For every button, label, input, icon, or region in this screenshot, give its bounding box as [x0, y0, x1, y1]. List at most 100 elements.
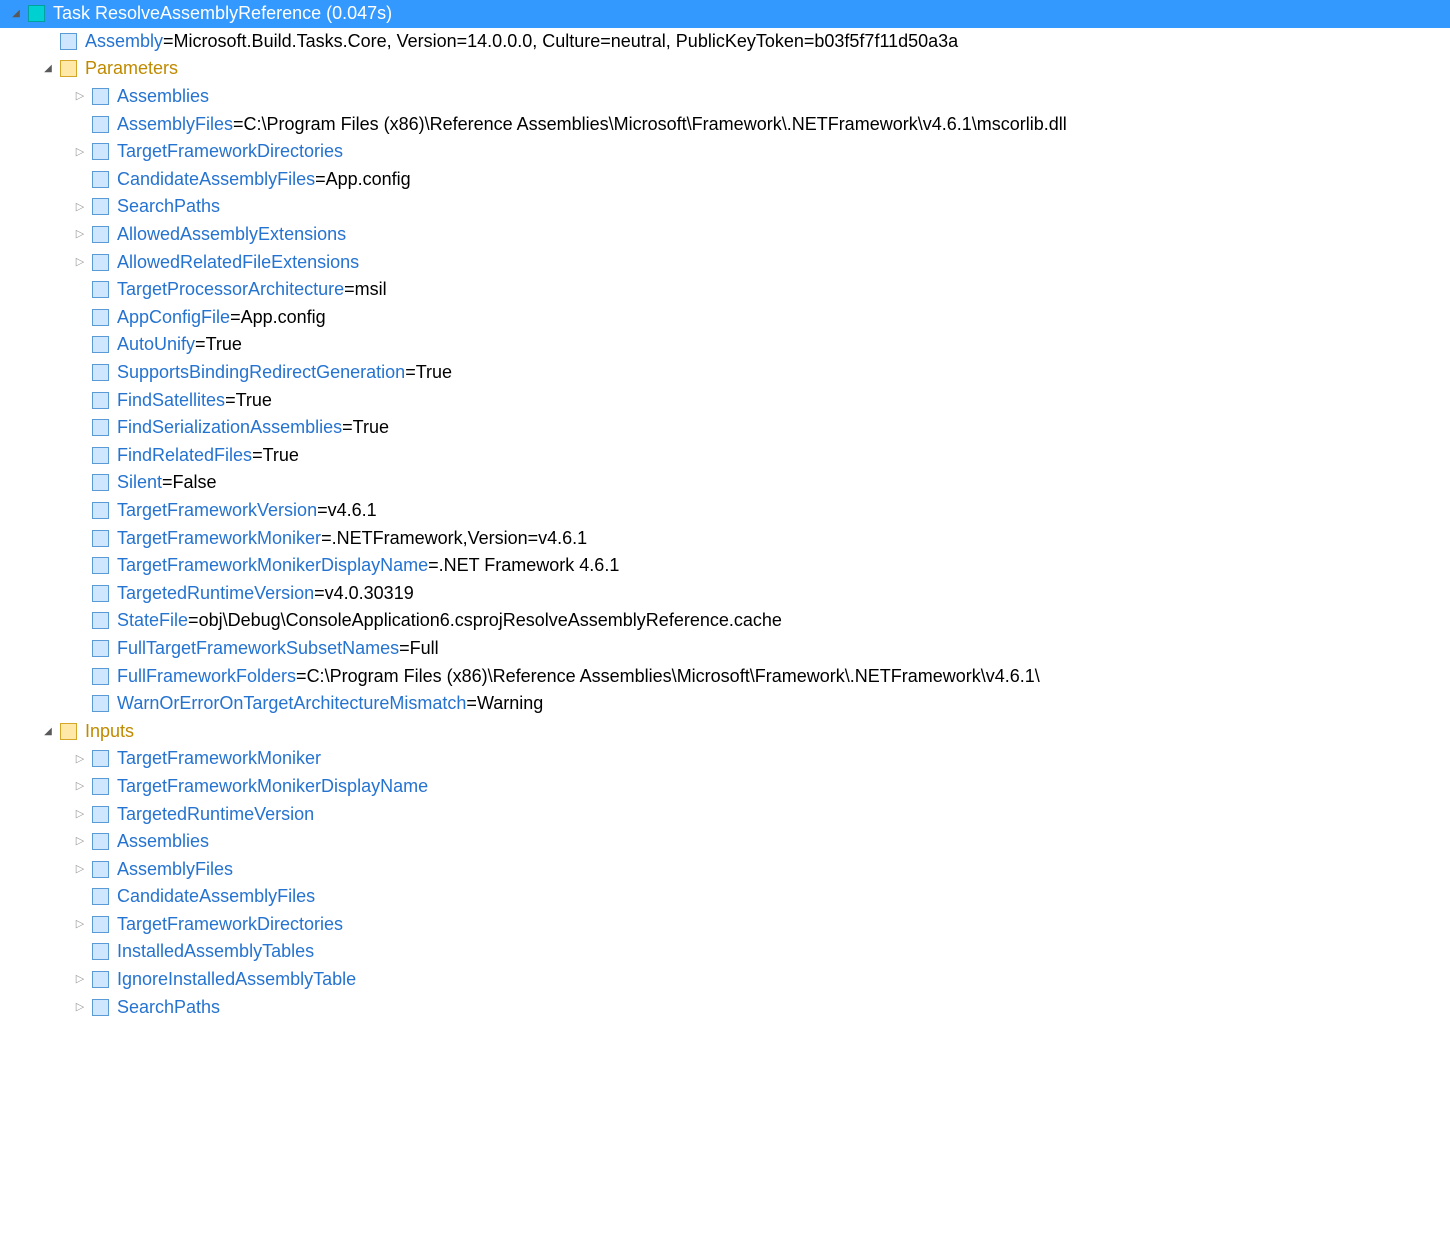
tree-row[interactable]: AppConfigFile = App.config	[0, 304, 1450, 332]
tree-row[interactable]: TargetedRuntimeVersion = v4.0.30319	[0, 579, 1450, 607]
tree-label: AssemblyFiles	[117, 111, 233, 138]
tree-row[interactable]: TargetFrameworkMonikerDisplayName = .NET…	[0, 552, 1450, 580]
tree-label: Silent	[117, 469, 162, 496]
property-icon	[92, 364, 109, 381]
chevron-right-icon[interactable]	[72, 972, 88, 988]
tree-row[interactable]: Assembly = Microsoft.Build.Tasks.Core, V…	[0, 28, 1450, 56]
tree-row[interactable]: FullFrameworkFolders = C:\Program Files …	[0, 662, 1450, 690]
tree-row[interactable]: FindSatellites = True	[0, 386, 1450, 414]
property-icon	[92, 916, 109, 933]
tree-row[interactable]: CandidateAssemblyFiles	[0, 883, 1450, 911]
tree-label: CandidateAssemblyFiles	[117, 883, 315, 910]
tree-row[interactable]: TargetProcessorArchitecture = msil	[0, 276, 1450, 304]
tree-label: CandidateAssemblyFiles	[117, 166, 315, 193]
chevron-right-icon[interactable]	[72, 806, 88, 822]
tree-label: TargetFrameworkMoniker	[117, 745, 321, 772]
tree-row[interactable]: TargetFrameworkMonikerDisplayName	[0, 773, 1450, 801]
chevron-right-icon[interactable]	[72, 916, 88, 932]
tree-label: AssemblyFiles	[117, 856, 233, 883]
equals-separator: =	[321, 525, 332, 552]
chevron-right-icon[interactable]	[72, 227, 88, 243]
chevron-right-icon[interactable]	[72, 144, 88, 160]
tree-row[interactable]: AutoUnify = True	[0, 331, 1450, 359]
tree-value: .NETFramework,Version=v4.6.1	[332, 525, 588, 552]
equals-separator: =	[195, 331, 206, 358]
tree-row[interactable]: TargetFrameworkMoniker	[0, 745, 1450, 773]
tree-row[interactable]: Assemblies	[0, 83, 1450, 111]
tree-row[interactable]: Inputs	[0, 717, 1450, 745]
tree-row[interactable]: AllowedRelatedFileExtensions	[0, 248, 1450, 276]
tree-row[interactable]: WarnOrErrorOnTargetArchitectureMismatch …	[0, 690, 1450, 718]
tree-label: SearchPaths	[117, 994, 220, 1021]
tree-label: TargetedRuntimeVersion	[117, 580, 314, 607]
tree-value: True	[353, 414, 389, 441]
property-icon	[92, 668, 109, 685]
equals-separator: =	[162, 469, 173, 496]
equals-separator: =	[233, 111, 244, 138]
tree-view[interactable]: Task ResolveAssemblyReference (0.047s)As…	[0, 0, 1450, 1021]
folder-icon	[60, 723, 77, 740]
tree-label: TargetFrameworkDirectories	[117, 138, 343, 165]
tree-label: WarnOrErrorOnTargetArchitectureMismatch	[117, 690, 466, 717]
tree-row[interactable]: FullTargetFrameworkSubsetNames = Full	[0, 635, 1450, 663]
tree-row[interactable]: TargetFrameworkDirectories	[0, 138, 1450, 166]
chevron-down-icon[interactable]	[8, 6, 24, 22]
tree-label: AppConfigFile	[117, 304, 230, 331]
tree-value: Microsoft.Build.Tasks.Core, Version=14.0…	[174, 28, 959, 55]
tree-row[interactable]: CandidateAssemblyFiles = App.config	[0, 166, 1450, 194]
tree-row[interactable]: SupportsBindingRedirectGeneration = True	[0, 359, 1450, 387]
tree-row[interactable]: AssemblyFiles	[0, 855, 1450, 883]
tree-label: Inputs	[85, 718, 134, 745]
equals-separator: =	[342, 414, 353, 441]
chevron-right-icon[interactable]	[72, 89, 88, 105]
tree-row[interactable]: TargetFrameworkDirectories	[0, 911, 1450, 939]
property-icon	[92, 392, 109, 409]
tree-label: FullFrameworkFolders	[117, 663, 296, 690]
tree-row[interactable]: TargetFrameworkVersion = v4.6.1	[0, 497, 1450, 525]
tree-row[interactable]: SearchPaths	[0, 193, 1450, 221]
tree-row[interactable]: StateFile = obj\Debug\ConsoleApplication…	[0, 607, 1450, 635]
tree-row[interactable]: Task ResolveAssemblyReference (0.047s)	[0, 0, 1450, 28]
tree-row[interactable]: TargetedRuntimeVersion	[0, 800, 1450, 828]
tree-row[interactable]: Parameters	[0, 55, 1450, 83]
tree-label: TargetProcessorArchitecture	[117, 276, 344, 303]
tree-value: True	[236, 387, 272, 414]
chevron-right-icon[interactable]	[72, 834, 88, 850]
tree-value: v4.0.30319	[325, 580, 414, 607]
tree-label: AllowedAssemblyExtensions	[117, 221, 346, 248]
tree-label: Assemblies	[117, 828, 209, 855]
tree-row[interactable]: SearchPaths	[0, 993, 1450, 1021]
property-icon	[92, 116, 109, 133]
tree-label: SupportsBindingRedirectGeneration	[117, 359, 405, 386]
tree-value: True	[416, 359, 452, 386]
equals-separator: =	[163, 28, 174, 55]
tree-value: obj\Debug\ConsoleApplication6.csprojReso…	[199, 607, 782, 634]
chevron-down-icon[interactable]	[40, 723, 56, 739]
tree-row[interactable]: FindRelatedFiles = True	[0, 442, 1450, 470]
tree-value: True	[263, 442, 299, 469]
tree-value: C:\Program Files (x86)\Reference Assembl…	[307, 663, 1040, 690]
tree-row[interactable]: InstalledAssemblyTables	[0, 938, 1450, 966]
chevron-down-icon[interactable]	[40, 61, 56, 77]
tree-row[interactable]: IgnoreInstalledAssemblyTable	[0, 966, 1450, 994]
equals-separator: =	[405, 359, 416, 386]
tree-row[interactable]: FindSerializationAssemblies = True	[0, 414, 1450, 442]
task-icon	[28, 5, 45, 22]
tree-row[interactable]: AllowedAssemblyExtensions	[0, 221, 1450, 249]
chevron-right-icon[interactable]	[72, 999, 88, 1015]
chevron-right-icon[interactable]	[72, 778, 88, 794]
chevron-right-icon[interactable]	[72, 751, 88, 767]
tree-label: AutoUnify	[117, 331, 195, 358]
property-icon	[92, 198, 109, 215]
tree-row[interactable]: AssemblyFiles = C:\Program Files (x86)\R…	[0, 110, 1450, 138]
chevron-right-icon[interactable]	[72, 254, 88, 270]
chevron-right-icon[interactable]	[72, 199, 88, 215]
tree-row[interactable]: TargetFrameworkMoniker = .NETFramework,V…	[0, 524, 1450, 552]
tree-label: IgnoreInstalledAssemblyTable	[117, 966, 356, 993]
property-icon	[92, 502, 109, 519]
property-icon	[92, 281, 109, 298]
tree-row[interactable]: Silent = False	[0, 469, 1450, 497]
equals-separator: =	[317, 497, 328, 524]
chevron-right-icon[interactable]	[72, 861, 88, 877]
tree-row[interactable]: Assemblies	[0, 828, 1450, 856]
